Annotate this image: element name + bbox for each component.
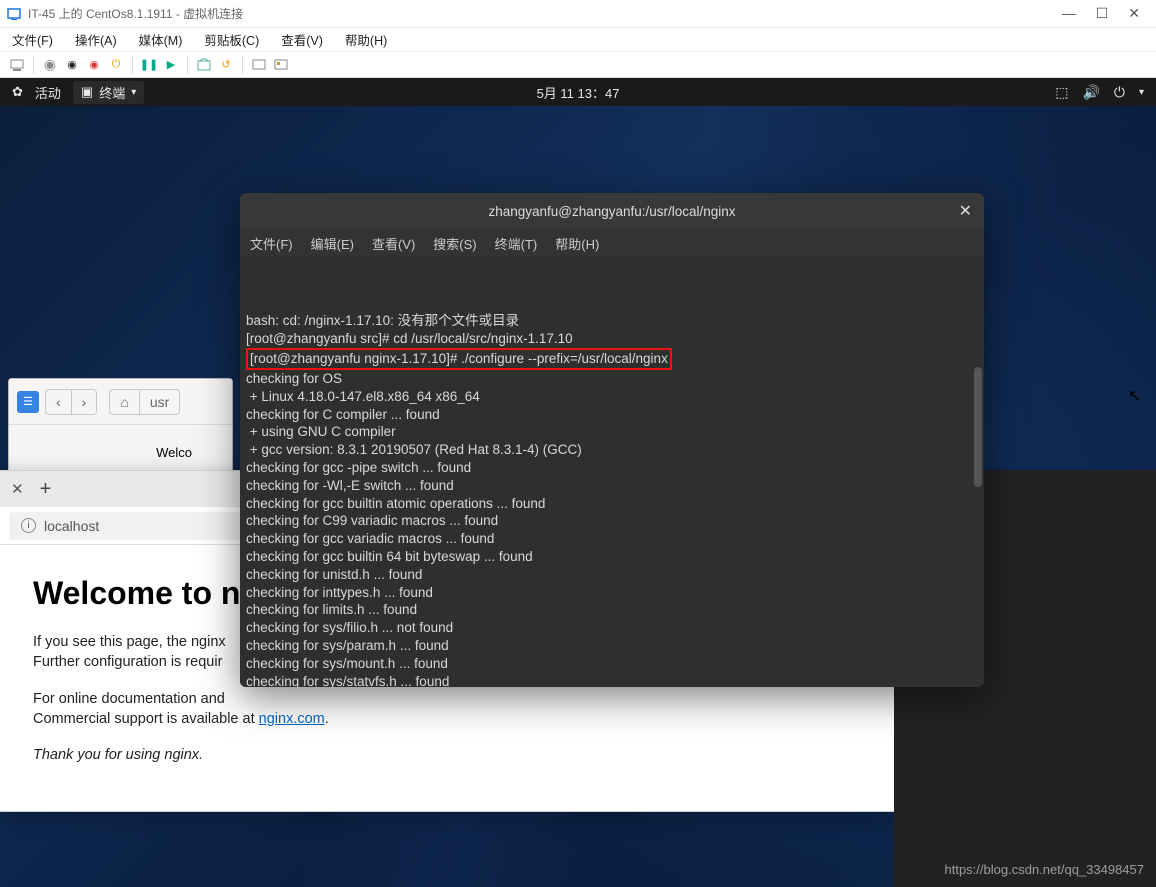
gnome-logo-icon: ✿ — [12, 84, 23, 100]
shutdown-icon[interactable]: ◉ — [85, 56, 103, 74]
paragraph-2: For online documentation andCommercial s… — [33, 689, 863, 730]
terminal-line: checking for sys/statvfs.h ... found — [246, 673, 978, 687]
nginx-link[interactable]: nginx.com — [259, 711, 325, 727]
pause-icon[interactable]: ❚❚ — [140, 56, 158, 74]
watermark: https://blog.csdn.net/qq_33498457 — [945, 862, 1145, 877]
term-menu-terminal[interactable]: 终端(T) — [495, 234, 538, 253]
desktop: ☰ ‹ › ⌂ usr Welco ✕ + i localhost We — [0, 106, 1156, 887]
terminal-line: [root@zhangyanfu nginx-1.17.10]# ./confi… — [246, 348, 978, 370]
term-menu-search[interactable]: 搜索(S) — [433, 234, 476, 253]
menu-clipboard[interactable]: 剪贴板(C) — [204, 30, 259, 49]
terminal-line: + Linux 4.18.0-147.el8.x86_64 x86_64 — [246, 388, 978, 406]
share-icon[interactable] — [272, 56, 290, 74]
revert-icon[interactable]: ↺ — [217, 56, 235, 74]
home-icon[interactable]: ⌂ — [110, 390, 139, 414]
vm-title: IT-45 上的 CentOs8.1.1911 - 虚拟机连接 — [28, 5, 243, 22]
stop-icon[interactable]: ◉ — [63, 56, 81, 74]
terminal-icon: ▣ — [81, 84, 93, 100]
terminal-window[interactable]: zhangyanfu@zhangyanfu:/usr/local/nginx ✕… — [240, 193, 984, 687]
terminal-line: checking for sys/filio.h ... not found — [246, 619, 978, 637]
terminal-menubar: 文件(F) 编辑(E) 查看(V) 搜索(S) 终端(T) 帮助(H) — [240, 229, 984, 257]
terminal-line: checking for C compiler ... found — [246, 406, 978, 424]
thanks-text: Thank you for using nginx. — [33, 745, 863, 765]
terminal-line: bash: cd: /nginx-1.17.10: 没有那个文件或目录 — [246, 312, 978, 330]
menu-action[interactable]: 操作(A) — [75, 30, 117, 49]
welcome-text: Welco — [156, 445, 192, 460]
enhanced-icon[interactable] — [250, 56, 268, 74]
power-icon[interactable]: ⏻ — [107, 56, 125, 74]
terminal-line: + using GNU C compiler — [246, 423, 978, 441]
close-button[interactable]: ✕ — [1128, 5, 1140, 22]
path-bar[interactable]: ⌂ usr — [109, 389, 180, 415]
system-tray[interactable]: ⬚ 🔊 ⏻ ▾ — [1055, 84, 1144, 101]
vm-icon — [6, 6, 22, 22]
terminal-menu-label: 终端 — [99, 83, 125, 102]
file-manager-toolbar: ☰ ‹ › ⌂ usr — [9, 379, 232, 425]
term-menu-help[interactable]: 帮助(H) — [555, 234, 599, 253]
menu-file[interactable]: 文件(F) — [12, 30, 53, 49]
term-menu-file[interactable]: 文件(F) — [250, 234, 293, 253]
maximize-button[interactable]: ☐ — [1096, 5, 1109, 22]
terminal-line: checking for C99 variadic macros ... fou… — [246, 512, 978, 530]
vm-menubar: 文件(F) 操作(A) 媒体(M) 剪贴板(C) 查看(V) 帮助(H) — [0, 28, 1156, 52]
terminal-line: checking for sys/mount.h ... found — [246, 655, 978, 673]
forward-button[interactable]: › — [72, 390, 97, 414]
chevron-down-icon: ▾ — [131, 87, 136, 98]
places-icon[interactable]: ☰ — [17, 391, 39, 413]
terminal-line: checking for gcc builtin 64 bit byteswap… — [246, 548, 978, 566]
scrollbar-thumb[interactable] — [974, 367, 982, 487]
terminal-line: [root@zhangyanfu src]# cd /usr/local/src… — [246, 330, 978, 348]
gnome-top-bar: ✿ 活动 ▣ 终端 ▾ 5月 11 13：47 ⬚ 🔊 ⏻ ▾ — [0, 78, 1156, 106]
menu-help[interactable]: 帮助(H) — [345, 30, 387, 49]
terminal-app-menu[interactable]: ▣ 终端 ▾ — [73, 81, 144, 104]
terminal-line: checking for sys/param.h ... found — [246, 637, 978, 655]
network-icon[interactable]: ⬚ — [1055, 84, 1068, 101]
path-segment[interactable]: usr — [140, 390, 179, 414]
new-tab-button[interactable]: + — [30, 478, 62, 501]
terminal-line: checking for inttypes.h ... found — [246, 584, 978, 602]
terminal-line: checking for gcc -pipe switch ... found — [246, 459, 978, 477]
mouse-cursor-icon: ↖ — [1128, 386, 1141, 406]
terminal-titlebar[interactable]: zhangyanfu@zhangyanfu:/usr/local/nginx ✕ — [240, 193, 984, 229]
record-icon[interactable]: ◉ — [41, 56, 59, 74]
vm-toolbar: ◉ ◉ ◉ ⏻ ❚❚ ▶ ↺ — [0, 52, 1156, 78]
url-text: localhost — [44, 518, 99, 534]
terminal-line: checking for OS — [246, 370, 978, 388]
terminal-line: checking for gcc variadic macros ... fou… — [246, 530, 978, 548]
back-button[interactable]: ‹ — [46, 390, 72, 414]
minimize-button[interactable]: — — [1062, 5, 1076, 22]
terminal-title: zhangyanfu@zhangyanfu:/usr/local/nginx — [488, 204, 735, 219]
terminal-line: checking for -Wl,-E switch ... found — [246, 477, 978, 495]
chevron-down-icon: ▾ — [1139, 87, 1144, 98]
file-manager-window[interactable]: ☰ ‹ › ⌂ usr Welco — [8, 378, 233, 481]
vm-titlebar: IT-45 上的 CentOs8.1.1911 - 虚拟机连接 — ☐ ✕ — [0, 0, 1156, 28]
activities-button[interactable]: 活动 — [35, 83, 61, 102]
terminal-close-button[interactable]: ✕ — [959, 201, 972, 221]
terminal-line: checking for unistd.h ... found — [246, 566, 978, 584]
ctrl-alt-del-icon[interactable] — [8, 56, 26, 74]
snapshot-icon[interactable] — [195, 56, 213, 74]
power-icon[interactable]: ⏻ — [1114, 84, 1125, 101]
terminal-line: + gcc version: 8.3.1 20190507 (Red Hat 8… — [246, 441, 978, 459]
nav-buttons: ‹ › — [45, 389, 97, 415]
volume-icon[interactable]: 🔊 — [1082, 84, 1099, 101]
tab-close-icon[interactable]: ✕ — [5, 480, 30, 498]
menu-view[interactable]: 查看(V) — [281, 30, 323, 49]
clock[interactable]: 5月 11 13：47 — [537, 83, 620, 102]
terminal-line: checking for gcc builtin atomic operatio… — [246, 495, 978, 513]
term-menu-edit[interactable]: 编辑(E) — [311, 234, 354, 253]
window-controls: — ☐ ✕ — [1062, 5, 1150, 22]
play-icon[interactable]: ▶ — [162, 56, 180, 74]
terminal-output[interactable]: bash: cd: /nginx-1.17.10: 没有那个文件或目录[root… — [240, 257, 984, 687]
term-menu-view[interactable]: 查看(V) — [372, 234, 415, 253]
menu-media[interactable]: 媒体(M) — [139, 30, 183, 49]
terminal-line: checking for limits.h ... found — [246, 601, 978, 619]
info-icon[interactable]: i — [21, 518, 36, 533]
